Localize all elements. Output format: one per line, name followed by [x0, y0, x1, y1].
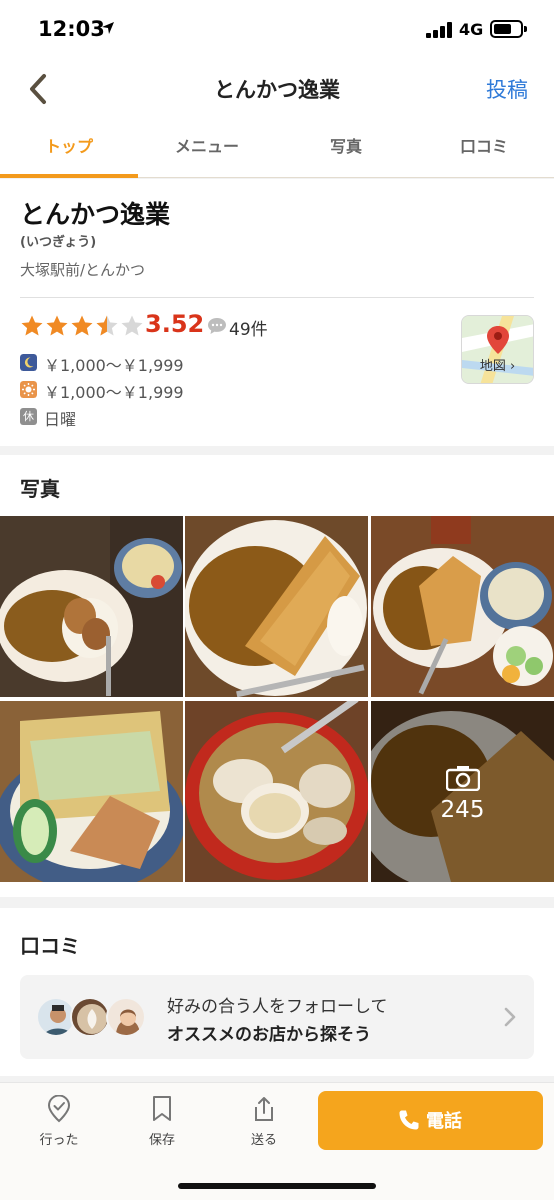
star-empty-icon	[121, 315, 143, 336]
star-full-icon	[46, 315, 68, 336]
send-button[interactable]: 送る	[224, 1095, 304, 1148]
follow-suggestion-banner[interactable]: 好みの合う人をフォローして オススメのお店から探そう	[20, 975, 534, 1059]
divider	[20, 297, 534, 298]
photos-section-title: 写真	[20, 477, 60, 501]
cellular-signal-icon	[426, 22, 452, 38]
photo-thumbnail-more[interactable]: 245	[371, 701, 554, 882]
went-button[interactable]: 行った	[19, 1095, 99, 1148]
lunch-price: ￥1,000～￥1,999	[44, 383, 184, 402]
dinner-price: ￥1,000～￥1,999	[44, 356, 184, 375]
tab-menu[interactable]: メニュー	[138, 118, 276, 178]
star-half-icon	[96, 315, 118, 336]
home-indicator	[178, 1183, 376, 1189]
restaurant-area-genre: 大塚駅前/とんかつ	[20, 261, 146, 279]
call-label: 電話	[426, 1111, 462, 1132]
save-button[interactable]: 保存	[122, 1095, 202, 1148]
save-label: 保存	[148, 1133, 175, 1148]
avatar	[70, 997, 110, 1037]
review-count[interactable]: 49件	[229, 315, 268, 340]
photo-count: 245	[440, 797, 485, 823]
reviews-section-title: 口コミ	[20, 934, 80, 958]
navigation-bar: とんかつ逸業 投稿	[0, 60, 554, 118]
tab-photos[interactable]: 写真	[277, 118, 415, 178]
star-full-icon	[71, 315, 93, 336]
bookmark-icon	[153, 1096, 171, 1121]
post-button[interactable]: 投稿	[486, 74, 528, 104]
speech-bubble-icon	[208, 318, 226, 334]
rating-score: 3.52	[145, 310, 205, 338]
map-label: 地図 ›	[479, 359, 516, 374]
follow-text: 好みの合う人をフォローして	[167, 997, 388, 1017]
sun-icon	[20, 381, 37, 398]
tab-reviews[interactable]: 口コミ	[415, 118, 553, 178]
network-type: 4G	[459, 20, 484, 39]
photo-thumbnail[interactable]	[0, 516, 183, 697]
chevron-right-icon	[504, 1007, 516, 1027]
star-full-icon	[21, 315, 43, 336]
share-icon	[255, 1097, 273, 1121]
status-time: 12:03	[38, 17, 105, 41]
status-bar: 12:03 4G	[0, 0, 554, 60]
battery-icon	[490, 20, 527, 38]
tab-top[interactable]: トップ	[0, 118, 138, 178]
photo-thumbnail[interactable]	[371, 516, 554, 697]
restaurant-name: とんかつ逸業	[20, 200, 171, 229]
photo-thumbnail[interactable]	[185, 516, 368, 697]
photo-thumbnail[interactable]	[0, 701, 183, 882]
follow-text-bold: オススメのお店から探そう	[167, 1025, 371, 1045]
send-label: 送る	[250, 1133, 277, 1148]
phone-icon	[399, 1110, 419, 1130]
call-button[interactable]: 電話	[318, 1091, 543, 1150]
bottom-action-bar: 行った 保存 送る 電話	[0, 1082, 554, 1200]
went-label: 行った	[39, 1133, 79, 1148]
camera-icon	[446, 766, 480, 791]
location-check-icon	[47, 1095, 71, 1123]
tab-bar: トップ メニュー 写真 口コミ	[0, 118, 554, 178]
photo-thumbnail[interactable]	[185, 701, 368, 882]
holiday-text: 日曜	[44, 410, 77, 429]
restaurant-reading: (いつぎょう)	[20, 235, 97, 250]
map-button[interactable]: 地図 ›	[461, 315, 534, 384]
active-tab-indicator	[0, 174, 138, 178]
photos-section: 写真 245	[0, 455, 554, 897]
reviews-section: 口コミ 好みの合う人をフォローして オススメのお店から探そう	[0, 908, 554, 1076]
moon-icon	[20, 354, 37, 371]
holiday-badge: 休	[20, 408, 37, 425]
location-arrow-icon	[102, 22, 114, 34]
restaurant-info: とんかつ逸業 (いつぎょう) 大塚駅前/とんかつ 3.52 49件 ￥1,000…	[0, 179, 554, 446]
page-title: とんかつ逸業	[214, 78, 340, 102]
avatar	[106, 997, 146, 1037]
